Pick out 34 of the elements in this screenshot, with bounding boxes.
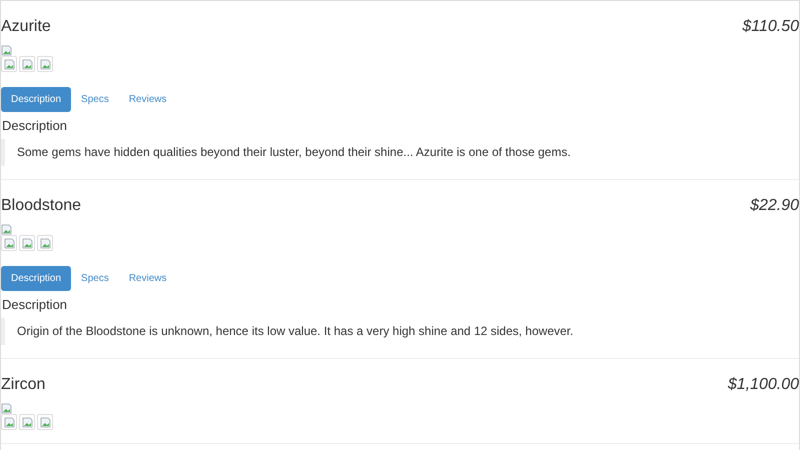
product-name: Zircon <box>1 376 46 394</box>
broken-image-icon <box>40 58 50 70</box>
tab[interactable]: Specs <box>71 266 119 291</box>
broken-image-icon <box>40 416 50 428</box>
product-name: Bloodstone <box>1 197 82 215</box>
image-thumbnail[interactable] <box>37 56 53 72</box>
product-price: $1,100.00 <box>728 376 799 394</box>
tab[interactable]: Specs <box>71 87 119 112</box>
broken-image-icon <box>1 403 12 414</box>
image-thumbnail[interactable] <box>37 235 53 251</box>
tab[interactable]: Description <box>1 266 72 291</box>
product-price: $22.90 <box>750 197 799 215</box>
tab[interactable]: Description <box>1 87 72 112</box>
broken-image-icon <box>4 58 14 70</box>
tab[interactable]: Reviews <box>118 266 177 291</box>
broken-image-icon <box>4 238 14 248</box>
image-thumbnail[interactable] <box>19 235 35 251</box>
description-text: Some gems have hidden qualities beyond their luster, beyond their shine... Azurite is one of those gems. <box>17 145 571 159</box>
product-name: Azurite <box>1 18 51 36</box>
tab[interactable]: Reviews <box>118 87 177 112</box>
image-thumbnail[interactable] <box>19 56 35 72</box>
broken-image-icon <box>40 238 50 248</box>
section-heading: Description <box>1 297 68 312</box>
broken-image-icon <box>22 416 32 428</box>
image-thumbnail[interactable] <box>37 414 53 430</box>
description-text: Origin of the Bloodstone is unknown, hence its low value. It has a very high shine and 12 sides, however. <box>17 324 574 338</box>
section-heading: Description <box>1 118 68 133</box>
broken-image-icon <box>22 58 32 70</box>
broken-image-icon <box>1 45 12 56</box>
broken-image-icon <box>22 238 32 248</box>
image-thumbnail[interactable] <box>19 414 35 430</box>
broken-image-icon <box>1 224 12 235</box>
product-price: $110.50 <box>742 18 799 36</box>
broken-image-icon <box>4 416 14 428</box>
